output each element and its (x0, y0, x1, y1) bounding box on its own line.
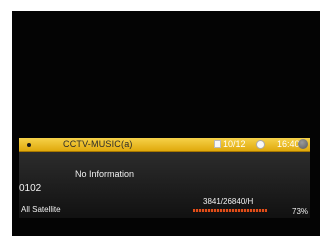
info-icon (298, 139, 308, 149)
channel-number: 0102 (19, 183, 42, 194)
info-body: No Information 0102 All Satellite 3841/2… (19, 152, 310, 218)
screen: CCTV-MUSIC(a) 10/12 16:40 No Information… (0, 0, 334, 249)
program-info: No Information (75, 169, 135, 179)
calendar-icon (214, 140, 221, 148)
time-text: 16:40 (277, 139, 300, 149)
favorite-dot-icon (27, 143, 31, 147)
transponder-info: 3841/26840/H (203, 197, 254, 206)
clock-icon (256, 140, 265, 149)
channel-info-bar: CCTV-MUSIC(a) 10/12 16:40 No Information… (19, 138, 310, 218)
info-header-bar: CCTV-MUSIC(a) 10/12 16:40 (19, 138, 310, 152)
signal-percent: 73% (292, 207, 309, 216)
signal-strength-meter (193, 209, 267, 212)
channel-name: CCTV-MUSIC(a) (63, 139, 133, 149)
date-text: 10/12 (223, 139, 246, 149)
satellite-name: All Satellite (21, 205, 61, 214)
